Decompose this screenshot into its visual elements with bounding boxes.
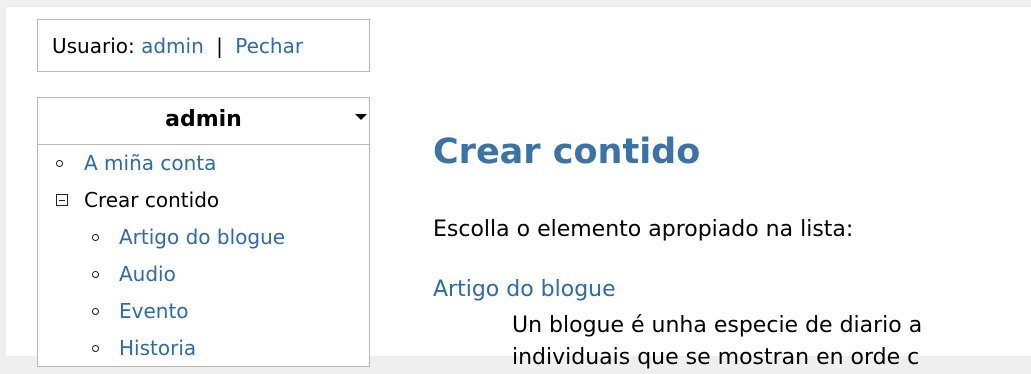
navigation-header[interactable]: admin bbox=[38, 98, 369, 145]
intro-text: Escolla o elemento apropiado na lista: bbox=[433, 217, 854, 242]
menu-item-event[interactable]: Evento bbox=[38, 293, 369, 330]
menu-item-label[interactable]: Audio bbox=[119, 256, 176, 293]
bullet-icon bbox=[92, 271, 99, 278]
collapse-icon[interactable] bbox=[56, 194, 68, 206]
menu-item-my-account[interactable]: A miña conta bbox=[38, 145, 369, 182]
username-link[interactable]: admin bbox=[141, 34, 204, 58]
description-line: individuais que se mostran en orde c bbox=[512, 345, 920, 370]
user-prefix: Usuario: bbox=[52, 34, 135, 58]
menu-item-label[interactable]: Artigo do blogue bbox=[119, 219, 285, 256]
user-separator: | bbox=[216, 34, 223, 58]
logout-link[interactable]: Pechar bbox=[235, 34, 303, 58]
menu-item-blog-post[interactable]: Artigo do blogue bbox=[38, 219, 369, 256]
main-content: Crear contido Escolla o elemento apropia… bbox=[433, 127, 1031, 370]
navigation-title: admin bbox=[165, 107, 242, 132]
page: Usuario: admin | Pechar admin A miña con… bbox=[6, 6, 1031, 370]
description-line: Un blogue é unha especie de diario a bbox=[512, 313, 923, 338]
menu-item-create-content[interactable]: Crear contido bbox=[38, 182, 369, 219]
navigation-block: admin A miña conta Crear contido Artigo … bbox=[37, 97, 370, 367]
user-box: Usuario: admin | Pechar bbox=[37, 19, 370, 72]
bullet-icon bbox=[56, 160, 63, 167]
dropdown-arrow-icon[interactable] bbox=[355, 114, 367, 120]
menu-item-label[interactable]: Evento bbox=[119, 293, 189, 330]
bullet-icon bbox=[92, 308, 99, 315]
content-type-description: Un blogue é unha especie de diario a ind… bbox=[512, 310, 922, 374]
bullet-icon bbox=[92, 234, 99, 241]
menu-item-label[interactable]: A miña conta bbox=[84, 145, 216, 182]
menu-item-label: Crear contido bbox=[84, 188, 220, 212]
bullet-icon bbox=[92, 345, 99, 352]
menu-item-story[interactable]: Historia bbox=[38, 330, 369, 367]
page-title: Crear contido bbox=[433, 132, 701, 172]
navigation-menu: A miña conta Crear contido Artigo do blo… bbox=[38, 145, 369, 367]
menu-item-audio[interactable]: Audio bbox=[38, 256, 369, 293]
menu-item-label[interactable]: Historia bbox=[119, 330, 196, 367]
content-type-link-blog-post[interactable]: Artigo do blogue bbox=[433, 277, 616, 302]
